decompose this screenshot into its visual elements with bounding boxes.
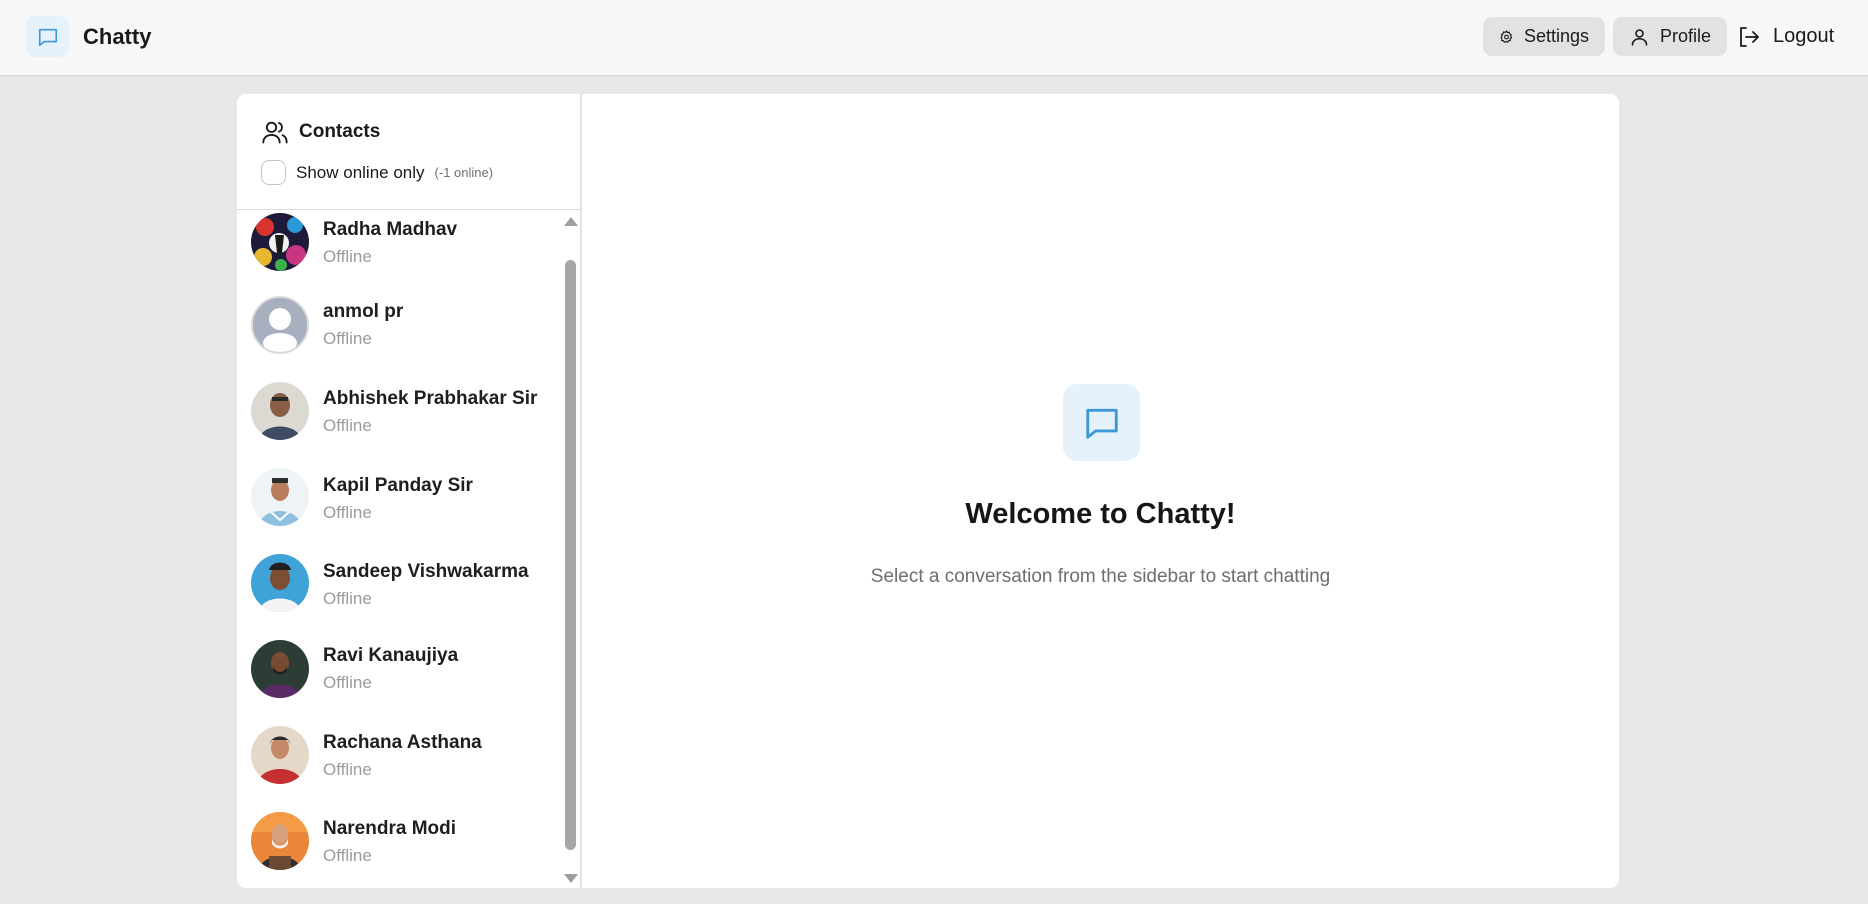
- contact-item[interactable]: Abhishek Prabhakar Sir Offline: [237, 382, 561, 468]
- online-only-label: Show online only: [296, 162, 425, 182]
- contact-item[interactable]: anmol pr Offline: [237, 296, 561, 382]
- scroll-down-arrow-icon[interactable]: [564, 874, 578, 883]
- contacts-heading: Contacts: [261, 118, 380, 146]
- contact-status: Offline: [323, 329, 372, 348]
- contact-status: Offline: [323, 589, 372, 608]
- contact-name: Ravi Kanaujiya: [323, 645, 459, 666]
- settings-label: Settings: [1523, 26, 1589, 46]
- logout-button[interactable]: Logout: [1737, 17, 1834, 56]
- contact-item[interactable]: Narendra Modi Offline: [237, 812, 561, 888]
- users-icon: [262, 121, 288, 144]
- logout-label: Logout: [1773, 25, 1835, 47]
- sidebar: Contacts Show online only (-1 online) Ra…: [237, 94, 582, 888]
- avatar: [251, 554, 309, 612]
- contact-list-scrollbar[interactable]: [562, 210, 578, 888]
- avatar: [251, 640, 309, 698]
- contact-status: Offline: [323, 846, 372, 865]
- contact-name: Abhishek Prabhakar Sir: [323, 388, 538, 409]
- logout-icon: [1740, 26, 1759, 47]
- profile-button[interactable]: Profile: [1613, 17, 1727, 56]
- contact-status: Offline: [323, 760, 372, 779]
- online-count: (-1 online): [434, 165, 494, 180]
- app-name: Chatty: [83, 23, 152, 49]
- contacts-title: Contacts: [299, 121, 381, 142]
- user-icon: [1631, 28, 1648, 46]
- contact-name: Narendra Modi: [323, 818, 457, 839]
- contact-list: Radha Madhav Offline anmol pr Offline Ab…: [237, 210, 580, 888]
- contact-item[interactable]: Sandeep Vishwakarma Offline: [237, 554, 561, 640]
- avatar: [251, 468, 309, 526]
- avatar: [251, 213, 309, 271]
- avatar: [251, 382, 309, 440]
- welcome-subtitle: Select a conversation from the sidebar t…: [870, 566, 1331, 587]
- contact-item[interactable]: Rachana Asthana Offline: [237, 726, 561, 812]
- contact-name: Kapil Panday Sir: [323, 475, 473, 496]
- avatar: [251, 812, 309, 870]
- chat-bubble-icon: [1063, 384, 1140, 461]
- settings-button[interactable]: Settings: [1483, 17, 1605, 56]
- online-only-toggle[interactable]: Show online only (-1 online): [261, 160, 493, 185]
- contact-name: Rachana Asthana: [323, 732, 482, 753]
- contact-name: anmol pr: [323, 301, 404, 322]
- contact-name: Radha Madhav: [323, 219, 458, 240]
- brand[interactable]: Chatty: [26, 16, 151, 57]
- contact-name: Sandeep Vishwakarma: [323, 561, 529, 582]
- contact-status: Offline: [323, 247, 372, 266]
- scroll-up-arrow-icon[interactable]: [564, 217, 578, 226]
- profile-label: Profile: [1659, 26, 1711, 46]
- welcome-title: Welcome to Chatty!: [965, 498, 1236, 530]
- contact-status: Offline: [323, 503, 372, 522]
- chat-container: Contacts Show online only (-1 online) Ra…: [237, 94, 1619, 888]
- sidebar-header: Contacts Show online only (-1 online): [237, 94, 580, 210]
- scrollbar-thumb[interactable]: [565, 260, 576, 850]
- default-avatar-icon: [251, 296, 309, 354]
- contact-item[interactable]: Kapil Panday Sir Offline: [237, 468, 561, 554]
- contact-status: Offline: [323, 673, 372, 692]
- contact-item[interactable]: Radha Madhav Offline: [237, 210, 561, 296]
- chat-bubble-icon: [26, 16, 69, 57]
- gear-icon: [1500, 29, 1513, 43]
- online-only-checkbox[interactable]: [261, 160, 286, 185]
- contact-status: Offline: [323, 416, 372, 435]
- navbar: Chatty Settings Profile Logout: [0, 0, 1868, 76]
- avatar: [251, 726, 309, 784]
- contact-item[interactable]: Ravi Kanaujiya Offline: [237, 640, 561, 726]
- welcome-panel: Welcome to Chatty! Select a conversation…: [582, 94, 1619, 888]
